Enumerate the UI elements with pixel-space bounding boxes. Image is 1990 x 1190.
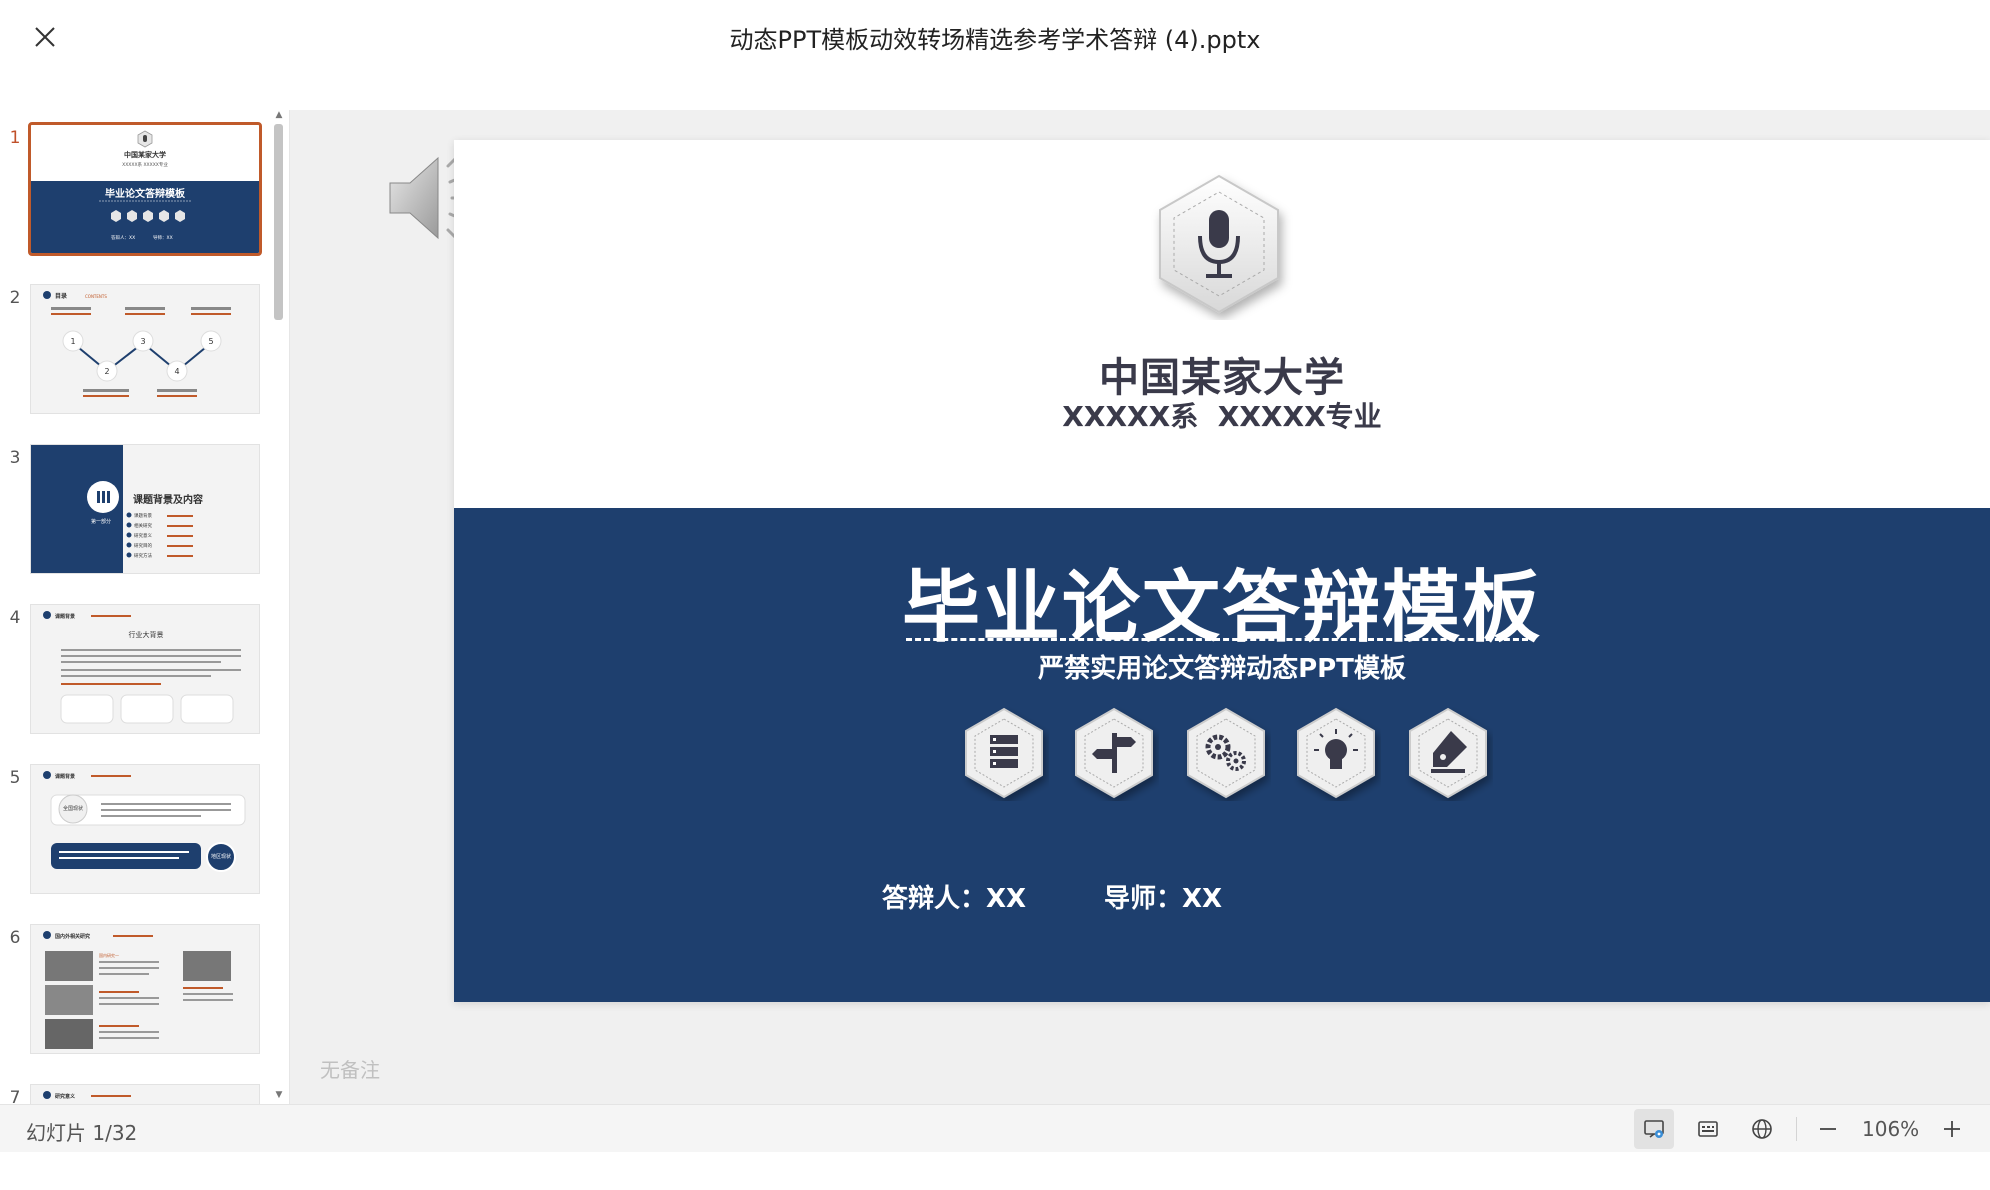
thumbnail-preview: 研究意义 [31, 1085, 259, 1104]
document-title: 动态PPT模板动效转场精选参考学术答辩 (4).pptx [729, 26, 1261, 54]
thumb-univ: 中国某家大学 [124, 150, 166, 159]
thumb-text: 2 [104, 367, 109, 376]
thumbnail-number: 2 [9, 288, 21, 308]
scroll-up-arrow-icon[interactable]: ▲ [274, 110, 284, 120]
thumb-text: 3 [140, 337, 145, 346]
thumb-text: 课题背景及内容 [133, 493, 203, 506]
thumb-text: 目录 [55, 292, 67, 300]
thumb-text: 5 [208, 337, 213, 346]
thumb-text: 研究方法 [134, 552, 152, 559]
thumb-text: 第一部分 [91, 518, 111, 525]
slide-thumbnail-6[interactable]: 国内外相关研究 国内研究一 [30, 924, 260, 1054]
slide-thumbnail-7[interactable]: 研究意义 [30, 1084, 260, 1104]
thumb-text: 课题背景 [55, 613, 75, 620]
title-bar: 动态PPT模板动效转场精选参考学术答辩 (4).pptx [0, 0, 1990, 110]
thumbnail-preview: 目录 CONTENTS 1 2 3 4 5 [31, 285, 259, 413]
thumbnail-number: 6 [9, 928, 21, 948]
thumb-text: 行业大背景 [129, 630, 164, 639]
feature-icons-row [959, 705, 1499, 805]
presentation-viewer: 动态PPT模板动效转场精选参考学术答辩 (4).pptx 1 中国某家大学 XX… [0, 0, 1990, 1190]
thumbnail-row-6: 6 国内外相关研究 国内研究一 [0, 910, 270, 1054]
subtitles-button[interactable] [1688, 1109, 1728, 1149]
thumb-text: 国内研究一 [99, 952, 119, 958]
status-bar: 幻灯片 1/32 106% [0, 1104, 1990, 1152]
thumbnail-row-7: 7 研究意义 [0, 1070, 270, 1104]
thumb-text: 1 [70, 337, 75, 346]
subtitle-icon [1698, 1121, 1718, 1137]
thumb-advisor: 导师：XX [153, 234, 173, 241]
thumb-dept: XXXXX系 XXXXX专业 [122, 161, 168, 168]
zoom-out-button[interactable] [1808, 1109, 1848, 1149]
thumbnail-preview: 第一部分 课题背景及内容 课题背景 相关研究 研究意义 研究目的 研究方法 [31, 445, 259, 573]
slide-thumbnail-2[interactable]: 目录 CONTENTS 1 2 3 4 5 [30, 284, 260, 414]
thumbnail-preview: 课题背景 全国现状 地区现状 [31, 765, 259, 893]
zoom-in-button[interactable] [1932, 1109, 1972, 1149]
thumb-text: 全国现状 [63, 805, 83, 812]
thumbnail-number: 3 [9, 448, 21, 468]
thumb-text: 课题背景 [55, 773, 75, 780]
slide-view-icon [1644, 1120, 1664, 1138]
reading-view-button[interactable] [1634, 1109, 1674, 1149]
thumbnail-row-4: 4 课题背景 行业大背景 [0, 590, 270, 734]
thumbnail-number: 1 [9, 128, 21, 148]
thumbnail-row-5: 5 课题背景 全国现状 地区现状 [0, 750, 270, 894]
thumb-presenter: 答辩人：XX [111, 234, 135, 241]
thumb-text: 研究目的 [134, 542, 152, 549]
plus-icon [1944, 1121, 1960, 1137]
thumbnail-number: 4 [9, 608, 21, 628]
title-underline [906, 638, 1528, 641]
scroll-down-arrow-icon[interactable]: ▼ [274, 1090, 284, 1100]
speaker-notes[interactable]: 无备注 [320, 1054, 380, 1083]
thumbnail-number: 5 [9, 768, 21, 788]
thumbnail-preview: 中国某家大学 XXXXX系 XXXXX专业 毕业论文答辩模板 答辩人：XX 导师… [31, 125, 259, 253]
thumb-text: 研究意义 [134, 532, 152, 539]
thumbnails-scrollbar[interactable]: ▲ ▼ [272, 110, 286, 1104]
microphone-icon [1159, 174, 1279, 314]
thumb-text: 课题背景 [134, 512, 152, 519]
thumbnail-number: 7 [9, 1088, 21, 1104]
separator [1796, 1117, 1797, 1141]
department-major: XXXXX系 XXXXX专业 [1062, 400, 1382, 433]
pen-icon [1409, 707, 1487, 799]
slide-thumbnails-panel: 1 中国某家大学 XXXXX系 XXXXX专业 毕业论文答辩模板 答辩人：XX … [0, 110, 290, 1104]
globe-icon [1752, 1119, 1772, 1139]
slide-subtitle: 严禁实用论文答辩动态PPT模板 [1038, 654, 1406, 684]
thumb-text: CONTENTS [85, 294, 107, 299]
slide-thumbnail-1[interactable]: 中国某家大学 XXXXX系 XXXXX专业 毕业论文答辩模板 答辩人：XX 导师… [28, 122, 262, 256]
slide-thumbnail-5[interactable]: 课题背景 全国现状 地区现状 [30, 764, 260, 894]
thumb-text: 国内外相关研究 [55, 933, 90, 940]
thumbnail-preview: 国内外相关研究 国内研究一 [31, 925, 259, 1053]
slide-thumbnail-3[interactable]: 第一部分 课题背景及内容 课题背景 相关研究 研究意义 研究目的 研究方法 [30, 444, 260, 574]
thumb-text: 地区现状 [211, 853, 231, 860]
language-button[interactable] [1742, 1109, 1782, 1149]
slide-editor-area: 中国某家大学 XXXXX系 XXXXX专业 毕业论文答辩模板 严禁实用论文答辩动… [290, 110, 1990, 1104]
thumbnail-row-3: 3 第一部分 课题背景及内容 课题背景 相关研究 研究意义 研究目的 研究方法 [0, 430, 270, 574]
thumbnail-preview: 课题背景 行业大背景 [31, 605, 259, 733]
gears-icon [1187, 707, 1265, 799]
minus-icon [1820, 1128, 1836, 1130]
slide-thumbnail-4[interactable]: 课题背景 行业大背景 [30, 604, 260, 734]
slide-counter: 幻灯片 1/32 [26, 1121, 138, 1145]
advisor-label: 导师：XX [1104, 884, 1223, 914]
scrollbar-thumb[interactable] [274, 124, 283, 320]
thumb-text: 相关研究 [134, 522, 152, 529]
lightbulb-icon [1297, 707, 1375, 799]
thumb-title: 毕业论文答辩模板 [105, 187, 186, 200]
thumbnail-row-2: 2 目录 CONTENTS 1 2 3 4 5 [0, 270, 270, 414]
signpost-icon [1075, 707, 1153, 799]
zoom-level[interactable]: 106% [1862, 1117, 1919, 1141]
thumbnail-row-1: 1 中国某家大学 XXXXX系 XXXXX专业 毕业论文答辩模板 答辩人：XX … [0, 110, 270, 256]
current-slide[interactable]: 中国某家大学 XXXXX系 XXXXX专业 毕业论文答辩模板 严禁实用论文答辩动… [454, 140, 1990, 1002]
server-icon [965, 707, 1043, 799]
presenter-label: 答辩人：XX [882, 884, 1027, 914]
thumb-text: 研究意义 [55, 1093, 76, 1100]
bottom-margin [0, 1152, 1990, 1190]
thumb-text: 4 [174, 367, 179, 376]
